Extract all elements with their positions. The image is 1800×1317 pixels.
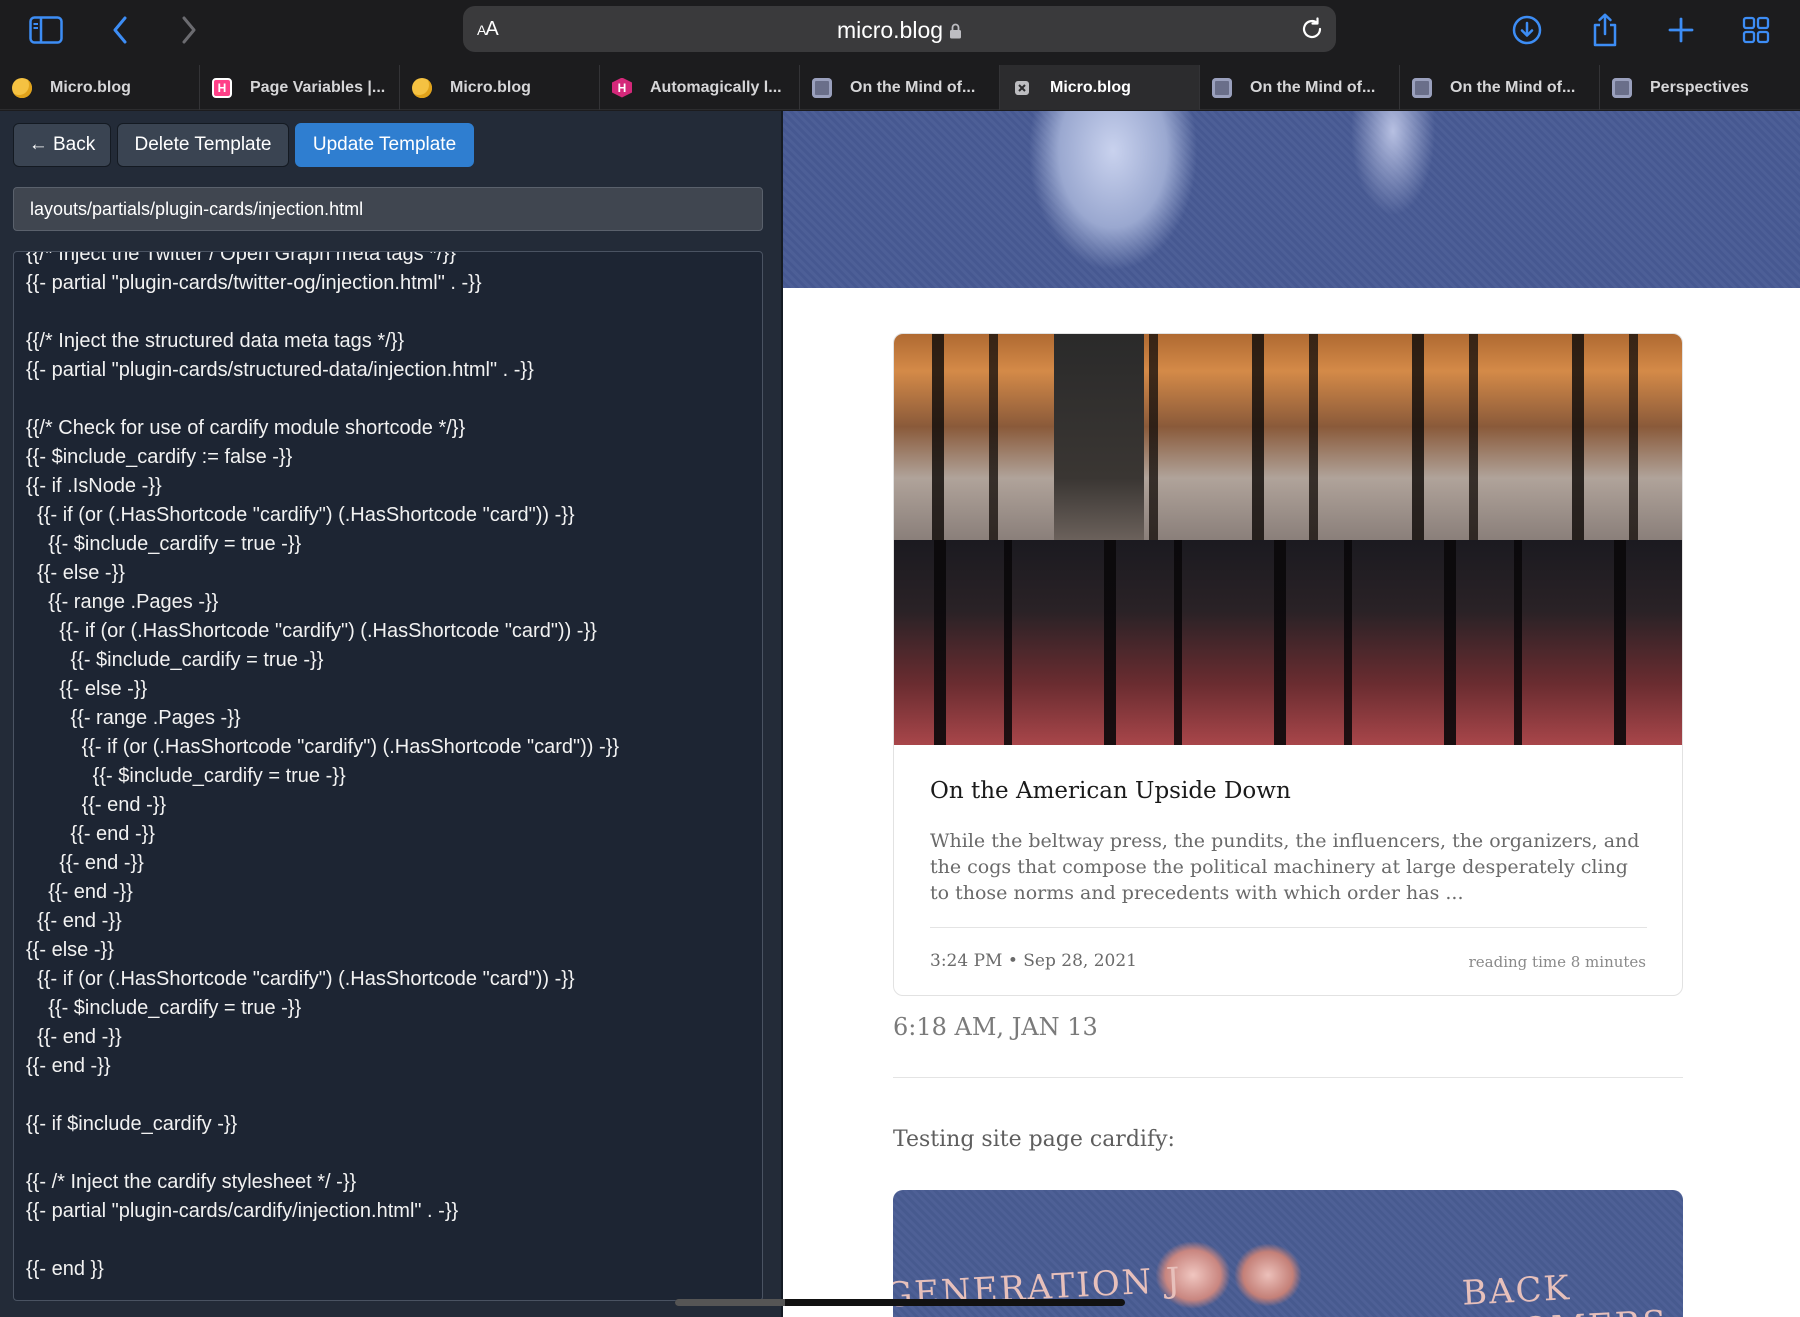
- code-line: {{- end -}}: [26, 852, 144, 874]
- code-line: {{/* Check for use of cardify module sho…: [26, 417, 466, 439]
- new-tab-icon[interactable]: [1659, 10, 1703, 50]
- card-excerpt: While the beltway press, the pundits, th…: [930, 830, 1640, 904]
- code-line: {{- else -}}: [26, 939, 114, 961]
- code-line: {{- if (or (.HasShortcode "cardify") (.H…: [26, 968, 575, 990]
- micro-blog-icon: [412, 77, 432, 98]
- hugo-icon: H: [212, 77, 232, 98]
- post-text: Testing site page cardify:: [893, 1127, 1175, 1152]
- site-preview-pane[interactable]: On the American Upside Down While the be…: [783, 111, 1800, 1317]
- post-card[interactable]: On the American Upside Down While the be…: [893, 333, 1683, 996]
- blog-favicon-icon: [1412, 77, 1432, 98]
- tab-on-the-mind-3[interactable]: On the Mind of...: [1400, 65, 1600, 110]
- tab-automagically[interactable]: H Automagically l...: [600, 65, 800, 110]
- code-line: {{- range .Pages -}}: [26, 707, 241, 729]
- code-line: {{/* Inject the Twitter / Open Graph met…: [26, 251, 456, 265]
- code-line: {{- end -}}: [26, 823, 155, 845]
- card2-word-right: BACK BOOMERS: [1461, 1268, 1669, 1317]
- code-line: {{- if .IsNode -}}: [26, 475, 162, 497]
- tab-on-the-mind-2[interactable]: On the Mind of...: [1200, 65, 1400, 110]
- micro-blog-icon: [12, 77, 32, 98]
- card-forest-image: [894, 334, 1682, 745]
- back-button[interactable]: ← Back: [13, 123, 111, 167]
- post-timestamp[interactable]: 6:18 AM, JAN 13: [893, 1013, 1098, 1041]
- header-banner-image: [783, 111, 1800, 288]
- hugo-icon: H: [612, 77, 632, 98]
- forward-arrow-icon[interactable]: [167, 10, 211, 50]
- post-divider: [893, 1077, 1683, 1078]
- code-line: {{- else -}}: [26, 562, 125, 584]
- code-line: {{- /* Inject the cardify stylesheet */ …: [26, 1171, 357, 1193]
- code-lines: {{/* Inject the Twitter / Open Graph met…: [26, 251, 762, 1284]
- tab-micro-blog-active[interactable]: Micro.blog: [1000, 65, 1200, 110]
- sidebar-icon[interactable]: [24, 10, 68, 50]
- url-display: micro.blog: [463, 17, 1336, 44]
- code-line: {{- if (or (.HasShortcode "cardify") (.H…: [26, 620, 597, 642]
- code-line: {{- else -}}: [26, 678, 148, 700]
- code-line: {{- end -}}: [26, 1055, 111, 1077]
- code-line: {{- end -}}: [26, 910, 122, 932]
- back-arrow-icon[interactable]: [98, 10, 142, 50]
- template-code-textarea[interactable]: {{/* Inject the Twitter / Open Graph met…: [13, 251, 763, 1301]
- tab-on-the-mind-1[interactable]: On the Mind of...: [800, 65, 1000, 110]
- browser-toolbar: AA micro.blog: [0, 0, 1800, 65]
- code-line: {{- end -}}: [26, 881, 133, 903]
- code-line: {{- $include_cardify = true -}}: [26, 997, 302, 1019]
- tab-overview-icon[interactable]: [1734, 10, 1778, 50]
- code-line: {{- $include_cardify = true -}}: [26, 533, 302, 555]
- template-path-field[interactable]: layouts/partials/plugin-cards/injection.…: [13, 187, 763, 231]
- blog-favicon-icon: [812, 77, 832, 98]
- code-line: {{- range .Pages -}}: [26, 591, 219, 613]
- delete-template-button[interactable]: Delete Template: [117, 123, 289, 167]
- card-date: 3:24 PM • Sep 28, 2021: [930, 951, 1137, 971]
- update-template-button[interactable]: Update Template: [295, 123, 474, 167]
- tab-micro-blog-2[interactable]: Micro.blog: [400, 65, 600, 110]
- home-indicator-track: [675, 1299, 785, 1306]
- tab-micro-blog-1[interactable]: Micro.blog: [0, 65, 200, 110]
- card-divider: [930, 927, 1647, 928]
- code-line: {{- partial "plugin-cards/twitter-og/inj…: [26, 272, 482, 294]
- download-icon[interactable]: [1505, 10, 1549, 50]
- close-icon[interactable]: [1012, 78, 1032, 98]
- card2-word-left: GENERATION J: [893, 1260, 1183, 1316]
- template-editor-pane: ← Back Delete Template Update Template l…: [0, 111, 781, 1317]
- code-line: {{- if (or (.HasShortcode "cardify") (.H…: [26, 504, 575, 526]
- address-bar[interactable]: AA micro.blog: [463, 6, 1336, 52]
- code-line: {{- partial "plugin-cards/structured-dat…: [26, 359, 534, 381]
- code-line: {{- if $include_cardify -}}: [26, 1113, 238, 1135]
- code-line: {{- end -}}: [26, 794, 167, 816]
- blog-favicon-icon: [1212, 77, 1232, 98]
- code-line: {{- end -}}: [26, 1026, 122, 1048]
- code-line: {{- partial "plugin-cards/cardify/inject…: [26, 1200, 459, 1222]
- lock-icon: [950, 23, 962, 39]
- code-line: {{- $include_cardify := false -}}: [26, 446, 293, 468]
- share-icon[interactable]: [1583, 10, 1627, 50]
- tab-page-variables[interactable]: H Page Variables |...: [200, 65, 400, 110]
- code-line: {{- $include_cardify = true -}}: [26, 765, 346, 787]
- card-reading-time: reading time 8 minutes: [1468, 953, 1646, 971]
- code-line: {{- end }}: [26, 1258, 104, 1280]
- blog-favicon-icon: [1612, 77, 1632, 98]
- tab-strip: Micro.blog H Page Variables |... Micro.bl…: [0, 65, 1800, 110]
- reload-icon[interactable]: [1300, 17, 1324, 46]
- code-line: {{/* Inject the structured data meta tag…: [26, 330, 405, 352]
- code-line: {{- if (or (.HasShortcode "cardify") (.H…: [26, 736, 620, 758]
- card-title[interactable]: On the American Upside Down: [930, 778, 1291, 804]
- second-card-image[interactable]: GENERATION J BACK BOOMERS: [893, 1190, 1683, 1317]
- code-line: {{- $include_cardify = true -}}: [26, 649, 324, 671]
- tab-perspectives[interactable]: Perspectives: [1600, 65, 1800, 110]
